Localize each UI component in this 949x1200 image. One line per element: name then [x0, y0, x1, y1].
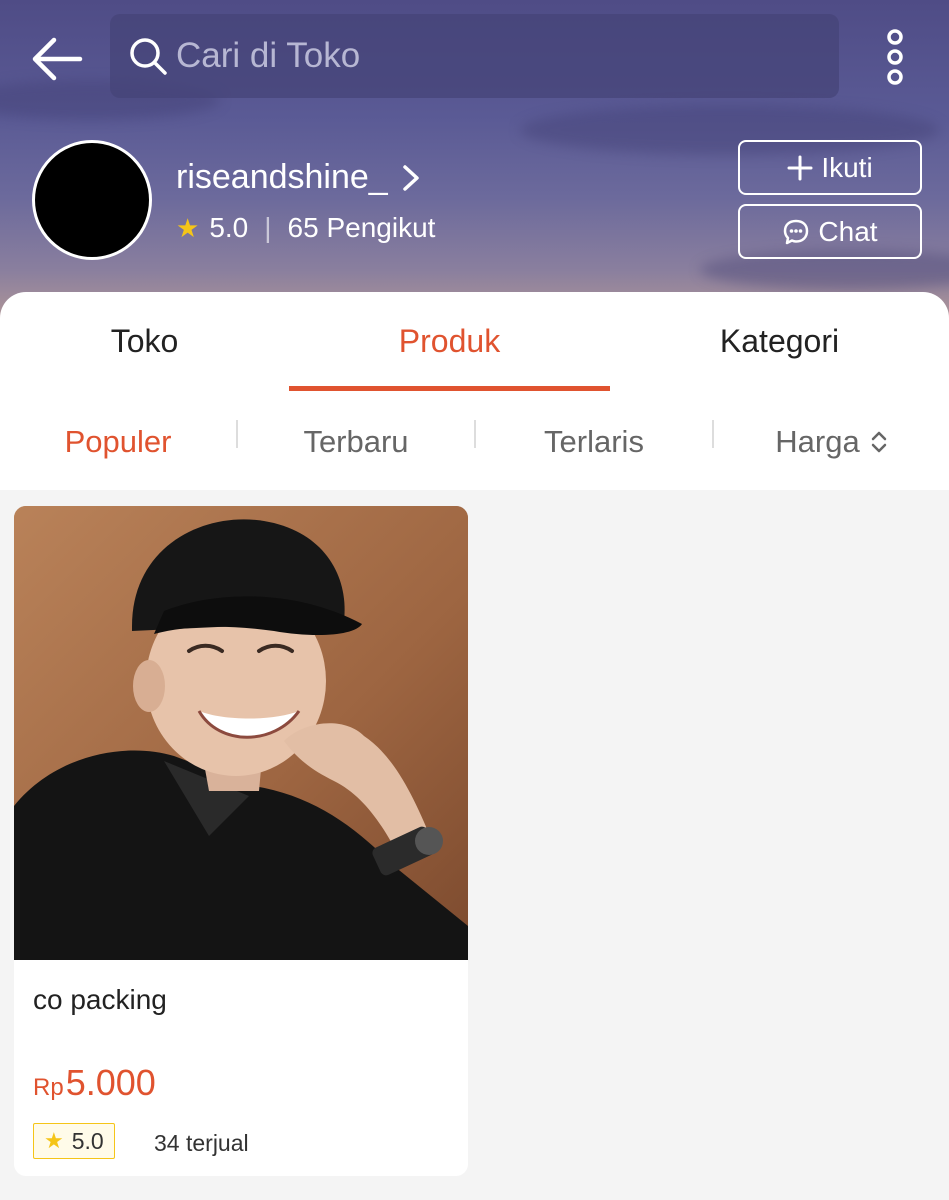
sort-label: Populer [64, 424, 172, 459]
sort-label: Terbaru [303, 424, 409, 459]
price-currency: Rp [33, 1074, 64, 1101]
product-rating: 5.0 [71, 1127, 104, 1154]
star-icon: ★ [176, 212, 200, 243]
search-input[interactable] [176, 36, 776, 76]
sold-count: 34 terjual [154, 1130, 249, 1156]
tab-produk[interactable]: Produk [289, 316, 610, 366]
shop-stats: ★ 5.0 | 65 Pengikut [176, 212, 435, 244]
tab-label: Toko [110, 322, 179, 359]
chat-button[interactable]: Chat [738, 204, 922, 259]
star-icon: ★ [44, 1128, 64, 1153]
sort-populer[interactable]: Populer [0, 422, 236, 462]
product-photo-illustration [14, 506, 468, 960]
tabs-panel: Toko Produk Kategori Populer Terbaru Ter… [0, 292, 949, 490]
sort-arrows-icon [871, 431, 886, 453]
price-value: 5.000 [65, 1062, 156, 1103]
active-tab-indicator [289, 386, 610, 391]
follow-label: Ikuti [821, 151, 873, 183]
tab-toko[interactable]: Toko [0, 316, 289, 366]
chat-label: Chat [818, 215, 878, 247]
search-bar[interactable] [110, 14, 839, 98]
sort-terbaru[interactable]: Terbaru [238, 422, 474, 462]
tab-kategori[interactable]: Kategori [610, 316, 949, 366]
shop-avatar[interactable] [32, 140, 152, 260]
sort-label: Harga [775, 424, 860, 459]
back-button[interactable] [28, 30, 86, 88]
shop-rating: 5.0 [209, 212, 249, 243]
product-card[interactable]: co packing Rp 5.000 ★ 5.0 34 terjual [14, 506, 468, 1176]
chevron-right-icon [402, 164, 419, 191]
sort-label: Terlaris [544, 424, 644, 459]
sort-terlaris[interactable]: Terlaris [476, 422, 712, 462]
sort-harga[interactable]: Harga [714, 422, 949, 462]
rating-badge: ★ 5.0 [33, 1123, 115, 1159]
follow-button[interactable]: Ikuti [738, 140, 922, 195]
more-options-button[interactable] [878, 28, 912, 88]
product-title: co packing [33, 984, 167, 1015]
shop-name-link[interactable]: riseandshine_ [176, 158, 420, 197]
more-vertical-icon [887, 29, 903, 85]
shop-followers: 65 Pengikut [287, 212, 436, 243]
product-image [14, 506, 468, 960]
search-icon [130, 38, 167, 75]
tab-label: Kategori [719, 322, 840, 359]
tab-label: Produk [398, 322, 501, 359]
product-price: Rp 5.000 [33, 1062, 156, 1104]
shop-name: riseandshine_ [176, 158, 388, 196]
chat-bubble-icon [784, 219, 809, 244]
shop-header: riseandshine_ ★ 5.0 | 65 Pengikut Ikuti … [0, 0, 949, 330]
divider: | [264, 212, 272, 243]
plus-icon [787, 155, 813, 180]
arrow-left-icon [32, 37, 83, 81]
